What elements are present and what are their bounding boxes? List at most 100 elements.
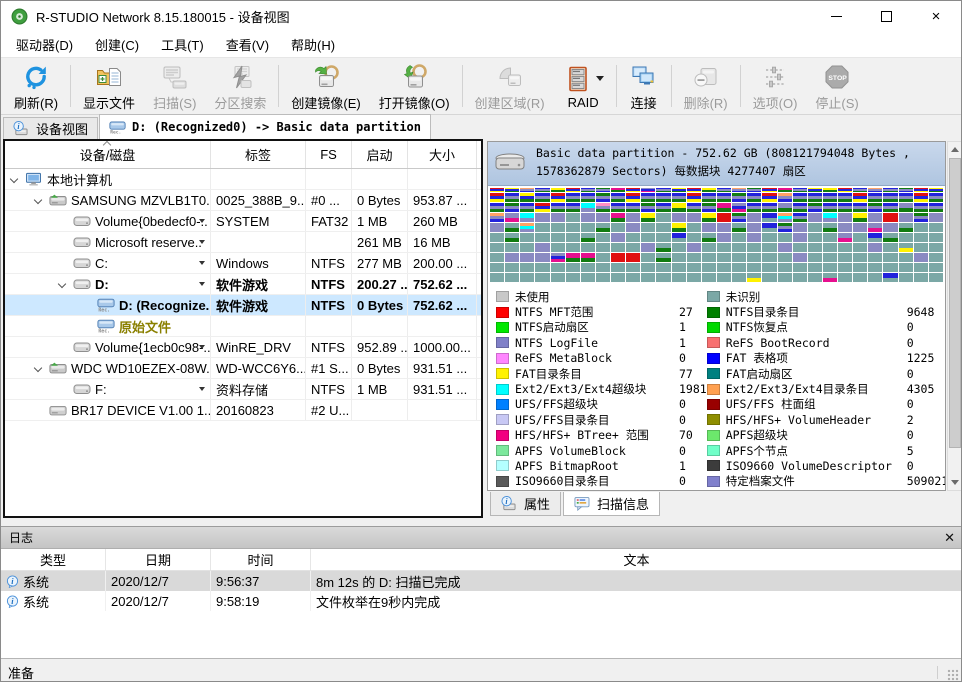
log-column-header-1[interactable]: 日期: [106, 549, 211, 570]
expand-chevron-icon[interactable]: [34, 364, 42, 372]
tree-column-header-2[interactable]: FS: [306, 141, 352, 168]
block-cell: [762, 223, 776, 232]
menu-item-2[interactable]: 工具(T): [150, 35, 215, 54]
row-dropdown-caret[interactable]: [199, 345, 205, 349]
expand-chevron-icon[interactable]: [34, 196, 42, 204]
status-bar: 准备: [1, 662, 961, 682]
block-cell: [611, 223, 625, 232]
row-dropdown-caret[interactable]: [199, 261, 205, 265]
scan-scrollbar[interactable]: [947, 141, 962, 491]
block-cell: [747, 273, 761, 282]
tree-row-8[interactable]: Volume{1ecb0c98-..WinRE_DRVNTFS952.89 ..…: [5, 337, 481, 358]
log-column-header-3[interactable]: 文本: [311, 549, 962, 570]
log-row-0[interactable]: i系统2020/12/79:56:378m 12s 的 D: 扫描已完成: [1, 571, 962, 591]
refresh-button[interactable]: 刷新(R): [5, 58, 67, 114]
legend-item: UFS/FFS超级块0: [496, 397, 707, 412]
menu-item-3[interactable]: 查看(V): [215, 35, 280, 54]
log-column-header-2[interactable]: 时间: [211, 549, 311, 570]
show-files-button[interactable]: 显示文件: [74, 58, 144, 114]
tree-row-volume-label: SYSTEM: [211, 211, 306, 231]
log-row-1[interactable]: i系统2020/12/79:58:19文件枚举在9秒内完成: [1, 591, 962, 611]
tree-column-header-1[interactable]: 标签: [211, 141, 306, 168]
tree-row-2[interactable]: Volume{0bedecf0-..SYSTEMFAT321 MB260 MB: [5, 211, 481, 232]
resize-grip[interactable]: [947, 669, 959, 681]
legend-label: ReFS MetaBlock: [515, 351, 673, 365]
tree-row-7[interactable]: Rec.原始文件: [5, 316, 481, 337]
block-cell: [868, 188, 882, 192]
connect-button[interactable]: 连接: [620, 58, 668, 114]
block-cell: [914, 193, 928, 202]
maximize-button[interactable]: [861, 1, 911, 31]
scan-info-icon: [574, 496, 591, 511]
block-cell: [551, 263, 565, 272]
row-dropdown-caret[interactable]: [199, 219, 205, 223]
scrollbar-thumb[interactable]: [949, 158, 961, 448]
scrollbar-down-arrow[interactable]: [948, 475, 962, 490]
tree-row-10[interactable]: F:资料存储NTFS1 MB931.51 ...: [5, 379, 481, 400]
block-cell: [899, 263, 913, 272]
scan-block-map[interactable]: [488, 186, 945, 284]
tab-device-view[interactable]: i设备视图: [3, 117, 98, 139]
tree-column-header-0[interactable]: 设备/磁盘: [5, 141, 211, 168]
block-cell: [596, 263, 610, 272]
block-cell: [626, 273, 640, 282]
hdd-icon: [49, 361, 67, 375]
block-cell: [505, 273, 519, 282]
tree-row-6[interactable]: Rec.D: (Recognize...软件游戏NTFS0 Bytes752.6…: [5, 295, 481, 316]
tree-row-5[interactable]: D:软件游戏NTFS200.27 ...752.62 ...: [5, 274, 481, 295]
create-image-button[interactable]: 创建镜像(E): [282, 58, 369, 114]
block-cell: [702, 253, 716, 262]
legend-value: 0: [907, 428, 914, 442]
raid-button[interactable]: RAID: [554, 58, 613, 114]
menu-item-4[interactable]: 帮助(H): [280, 35, 346, 54]
row-dropdown-caret[interactable]: [199, 387, 205, 391]
tab-properties[interactable]: i属性: [490, 492, 561, 516]
tree-row-name: WDC WD10EZEX-08W...: [5, 358, 211, 378]
block-cell: [520, 273, 534, 282]
block-cell: [853, 243, 867, 252]
block-cell: [535, 273, 549, 282]
tree-row-9[interactable]: WDC WD10EZEX-08W...WD-WCC6Y6...#1 S...0 …: [5, 358, 481, 379]
menu-item-0[interactable]: 驱动器(D): [5, 35, 84, 54]
log-close-icon[interactable]: ✕: [944, 531, 955, 544]
log-column-header-0[interactable]: 类型: [1, 549, 106, 570]
row-dropdown-caret[interactable]: [199, 240, 205, 244]
toolbar: 刷新(R)显示文件扫描(S)分区搜索创建镜像(E)打开镜像(O)创建区域(R)R…: [1, 57, 961, 115]
legend-value: 1: [679, 336, 686, 350]
legend-label: APFS BitmapRoot: [515, 459, 673, 473]
expand-chevron-icon[interactable]: [58, 280, 66, 288]
row-dropdown-caret[interactable]: [199, 282, 205, 286]
tree-column-header-3[interactable]: 启动: [352, 141, 408, 168]
scrollbar-up-arrow[interactable]: [948, 142, 962, 157]
tree-row-3[interactable]: Microsoft reserve..261 MB16 MB: [5, 232, 481, 253]
menu-item-1[interactable]: 创建(C): [84, 35, 150, 54]
raid-dropdown-caret[interactable]: [596, 76, 604, 81]
minimize-button[interactable]: [811, 1, 861, 31]
tree-row-1[interactable]: SAMSUNG MZVLB1T0...0025_388B_9...#0 ...0…: [5, 190, 481, 211]
legend-value: 0: [907, 336, 914, 350]
close-button[interactable]: ×: [911, 1, 961, 31]
toolbar-button-label: 创建区域(R): [475, 93, 545, 112]
log-title: 日志: [9, 529, 33, 546]
tab-recognized-partition[interactable]: Rec.D: (Recognized0) -> Basic data parti…: [99, 114, 431, 139]
block-cell: [762, 233, 776, 242]
open-image-button[interactable]: 打开镜像(O): [370, 58, 459, 114]
tree-row-4[interactable]: C:WindowsNTFS277 MB200.00 ...: [5, 253, 481, 274]
block-cell: [778, 193, 792, 202]
tree-column-header-4[interactable]: 大小: [408, 141, 477, 168]
block-cell: [535, 223, 549, 232]
tree-row-start: 952.89 ...: [352, 337, 408, 357]
toolbar-button-label: 创建镜像(E): [291, 93, 360, 112]
block-cell: [551, 273, 565, 282]
expand-chevron-icon[interactable]: [10, 175, 18, 183]
tree-row-11[interactable]: BR17 DEVICE V1.00 1....20160823#2 U...: [5, 400, 481, 421]
block-cell: [596, 243, 610, 252]
tree-row-0[interactable]: 本地计算机: [5, 169, 481, 190]
tab-scan-information[interactable]: 扫描信息: [563, 492, 660, 516]
rec-drive-icon: Rec.: [97, 319, 115, 333]
block-cell: [868, 273, 882, 282]
block-cell: [641, 243, 655, 252]
volume-icon: [73, 277, 91, 291]
log-row-text: 文件枚举在9秒内完成: [311, 591, 962, 611]
legend-label: NTFS启动扇区: [515, 319, 673, 335]
